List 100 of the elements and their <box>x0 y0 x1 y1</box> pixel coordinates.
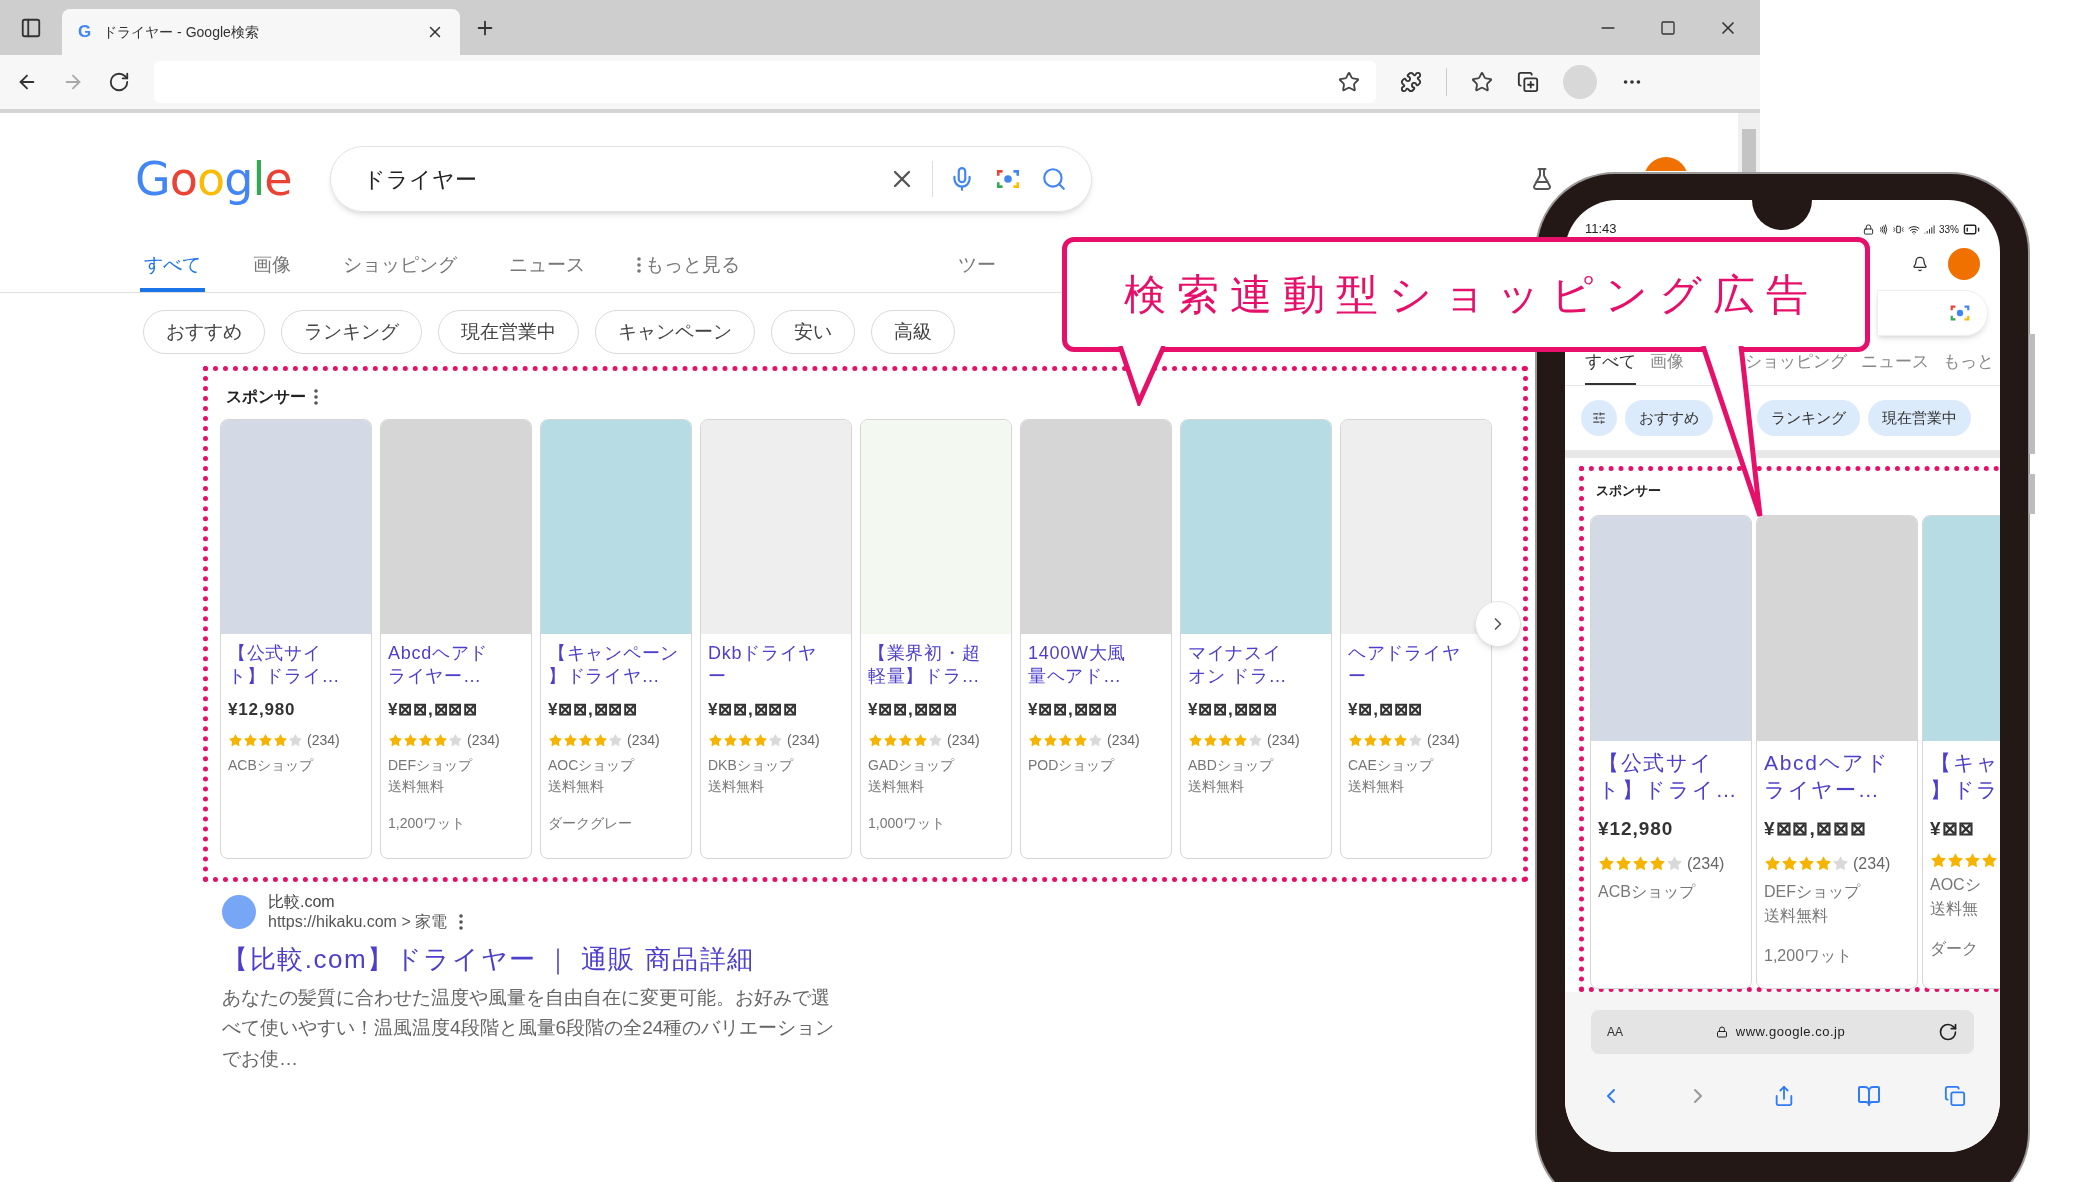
product-spec: 1,200ワット <box>388 814 466 834</box>
shipping-note: 送料無 <box>1930 898 1978 919</box>
product-price: ¥⊠⊠,⊠⊠⊠ <box>1028 698 1119 721</box>
product-title[interactable]: ライヤー… <box>388 665 482 689</box>
product-card[interactable]: Abcdヘアド ライヤー… ¥⊠⊠,⊠⊠⊠ (234) DEFショップ 送料無料 1,200ワット <box>380 419 532 859</box>
search-query: ドライヤー <box>363 165 478 194</box>
product-title[interactable]: 軽量】ドラ… <box>868 665 981 689</box>
more-tab[interactable]: もっと見る <box>633 242 744 292</box>
product-price: ¥⊠⊠ <box>1930 817 1976 842</box>
product-price: ¥⊠,⊠⊠⊠ <box>1348 698 1424 721</box>
shop-name: AOCシ <box>1930 874 1981 895</box>
address-field[interactable]: AA www.google.co.jp <box>1591 1010 1974 1054</box>
review-count: (234) <box>947 731 980 751</box>
search-tab[interactable]: もっと <box>1943 349 1994 385</box>
shipping-note: 送料無料 <box>868 777 924 797</box>
search-tab[interactable]: 画像 <box>1650 349 1684 385</box>
product-title[interactable]: Dkbドライヤ <box>708 642 818 666</box>
review-count: (234) <box>307 731 340 751</box>
product-title[interactable]: 1400W大風 <box>1028 642 1127 666</box>
tab-title: ドライヤー - Google検索 <box>103 22 260 42</box>
product-title[interactable]: ト】ドライ… <box>1598 775 1739 804</box>
shipping-note: 送料無料 <box>388 777 444 797</box>
product-price: ¥⊠⊠,⊠⊠⊠ <box>388 698 479 721</box>
address-text: www.google.co.jp <box>1735 1023 1846 1042</box>
shop-name: GADショップ <box>868 756 955 776</box>
product-price: ¥⊠⊠,⊠⊠⊠ <box>868 698 959 721</box>
product-title[interactable]: ヘアドライヤ <box>1348 642 1461 666</box>
filter-chip[interactable]: 現在営業中 <box>1868 400 1971 436</box>
shop-name: DKBショップ <box>708 756 793 776</box>
review-count: (234) <box>1107 731 1140 751</box>
product-price: ¥12,980 <box>1598 817 1674 842</box>
product-title[interactable]: ー <box>1348 665 1367 689</box>
review-count: (234) <box>787 731 820 751</box>
text-size-button[interactable]: AA <box>1607 1023 1623 1041</box>
shop-name: ACBショップ <box>1598 881 1695 902</box>
shop-name: DEFショップ <box>388 756 472 776</box>
search-tab[interactable]: ショッピング <box>1745 349 1847 385</box>
product-title[interactable]: 【公式サイ <box>1598 748 1714 776</box>
search-tab[interactable]: ショッピング <box>339 242 461 292</box>
result-snippet: あなたの髪質に合わせた温度や風量を自由自在に変更可能。お好みで選べて使いやすい！温風温度4段階と風量6段階の全24種のバリエーションでお使… <box>222 986 836 1071</box>
status-time: 11:43 <box>1585 219 1617 238</box>
search-tab[interactable]: すべて <box>140 242 205 292</box>
google-logo[interactable]: Google <box>135 144 295 214</box>
review-count: (234) <box>627 731 660 751</box>
product-card[interactable]: 【業界初・超 軽量】ドラ… ¥⊠⊠,⊠⊠⊠ (234) GADショップ 送料無料 1,000ワット <box>860 419 1012 859</box>
search-tab[interactable]: ツー <box>954 242 1000 292</box>
shipping-note: 送料無料 <box>1764 905 1828 926</box>
shop-name: PODショップ <box>1028 756 1115 776</box>
filter-chip[interactable]: ランキング <box>1757 400 1860 436</box>
product-card[interactable]: Abcdヘアド ライヤー… ¥⊠⊠,⊠⊠⊠ (234) DEFショップ 送料無料 1,200ワット <box>1756 514 1918 989</box>
product-title[interactable]: マイナスイ <box>1188 642 1282 666</box>
product-card[interactable]: 【公式サイ ト】ドライ… ¥12,980 (234) ACBショップ <box>1590 514 1752 989</box>
shop-name: ABDショップ <box>1188 756 1273 776</box>
product-title[interactable]: ライヤー… <box>1764 775 1881 804</box>
product-card[interactable]: マイナスイ オン ドラ… ¥⊠⊠,⊠⊠⊠ (234) ABDショップ 送料無料 <box>1180 419 1332 859</box>
product-title[interactable]: Abcdヘアド <box>388 642 489 666</box>
browser-tab[interactable]: G ドライヤー - Google検索 <box>62 9 460 55</box>
product-title[interactable]: 量ヘアド… <box>1028 665 1122 689</box>
review-count: (234) <box>467 731 500 751</box>
product-spec: ダークグレー <box>548 814 632 834</box>
product-spec: 1,000ワット <box>868 814 946 834</box>
product-card[interactable]: Dkbドライヤ ー ¥⊠⊠,⊠⊠⊠ (234) DKBショップ 送料無料 <box>700 419 852 859</box>
product-card[interactable]: 【キャンペーン 】ドライヤ… ¥⊠⊠,⊠⊠⊠ (234) AOCショップ 送料無料 ダークグレー <box>540 419 692 859</box>
product-spec: ダーク <box>1930 938 1978 959</box>
shipping-note: 送料無料 <box>1348 777 1404 797</box>
product-card[interactable]: ヘアドライヤ ー ¥⊠,⊠⊠⊠ (234) CAEショップ 送料無料 <box>1340 419 1492 859</box>
product-card[interactable]: 【キャ 】ドラ ¥⊠⊠ AOCシ 送料無 ダーク <box>1922 514 2000 989</box>
search-tab[interactable]: ニュース <box>505 242 589 292</box>
shop-name: ACBショップ <box>228 756 313 776</box>
product-title[interactable]: 【キャ <box>1930 748 2000 776</box>
product-title[interactable]: 】ドライヤ… <box>548 665 661 689</box>
product-card[interactable]: 1400W大風 量ヘアド… ¥⊠⊠,⊠⊠⊠ (234) PODショップ <box>1020 419 1172 859</box>
callout-text: 検索連動型ショッピング広告 <box>1123 270 1819 320</box>
product-title[interactable]: 】ドラ <box>1930 775 2000 804</box>
filter-chip[interactable]: おすすめ <box>1625 400 1713 436</box>
site-name: 比較.com <box>268 892 336 912</box>
result-title[interactable]: 【比較.com】ドライヤー ｜ 通販 商品詳細 <box>222 940 755 979</box>
shipping-note: 送料無料 <box>1188 777 1244 797</box>
product-price: ¥12,980 <box>228 698 296 721</box>
review-count: (234) <box>1853 853 1891 874</box>
product-title[interactable]: 【公式サイ <box>228 642 322 666</box>
review-count: (234) <box>1267 731 1300 751</box>
search-tab[interactable]: 画像 <box>249 242 295 292</box>
search-tab[interactable]: ニュース <box>1861 349 1929 385</box>
product-title[interactable]: 【キャンペーン <box>548 642 680 666</box>
product-card[interactable]: 【公式サイ ト】ドライ… ¥12,980 (234) ACBショップ <box>220 419 372 859</box>
product-title[interactable]: オン ドラ… <box>1188 665 1288 689</box>
sponsored-label: スポンサー <box>1596 482 1661 500</box>
product-price: ¥⊠⊠,⊠⊠⊠ <box>548 698 639 721</box>
product-price: ¥⊠⊠,⊠⊠⊠ <box>708 698 799 721</box>
product-title[interactable]: ト】ドライ… <box>228 665 341 689</box>
product-title[interactable]: 【業界初・超 <box>868 642 981 666</box>
shipping-note: 送料無料 <box>548 777 604 797</box>
battery-percent: 33% <box>1939 223 1959 237</box>
product-title[interactable]: ー <box>708 665 727 689</box>
product-price: ¥⊠⊠,⊠⊠⊠ <box>1764 817 1867 842</box>
product-title[interactable]: Abcdヘアド <box>1764 748 1890 776</box>
product-spec: 1,200ワット <box>1764 945 1853 966</box>
tab-favicon: G <box>78 21 92 44</box>
review-count: (234) <box>1427 731 1460 751</box>
